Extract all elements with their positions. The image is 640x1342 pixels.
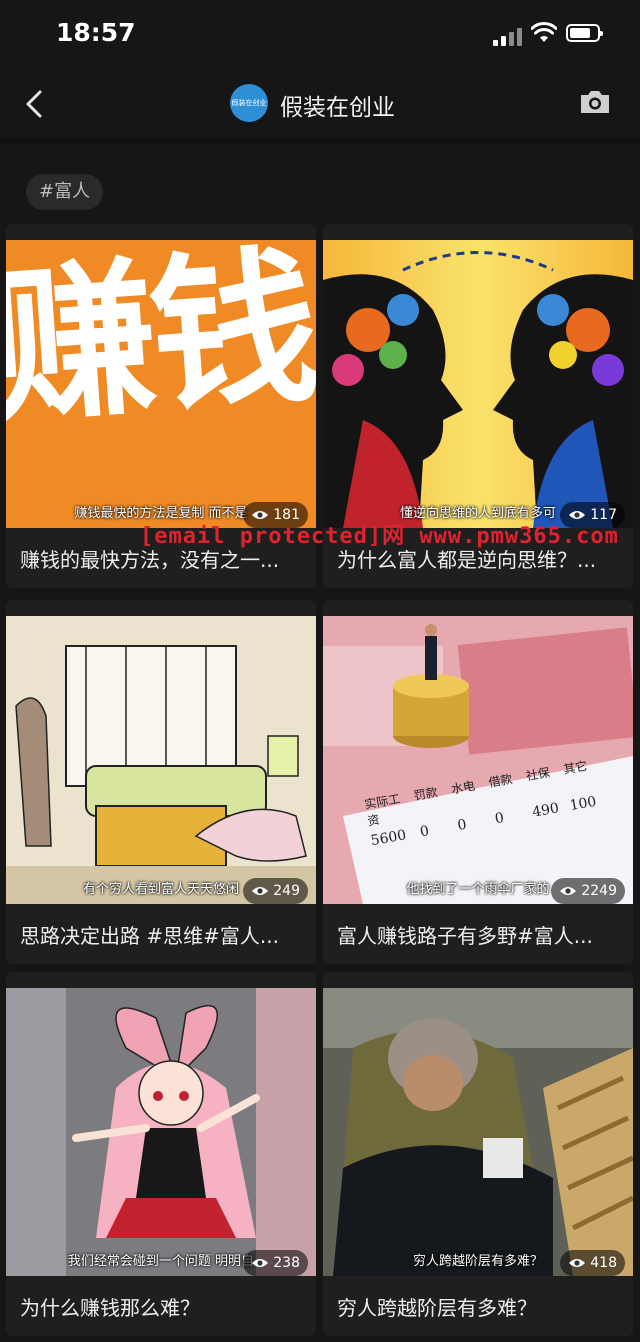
cellular-signal-icon (493, 26, 523, 46)
view-count: 2249 (551, 878, 625, 904)
view-count-value: 418 (590, 1255, 617, 1271)
video-thumbnail: 我们经常会碰到一个问题 明明自 238 (6, 988, 316, 1276)
eye-icon (560, 887, 577, 895)
video-thumbnail: 赚钱 赚钱最快的方法是复制 而不是 181 (6, 240, 316, 528)
back-chevron-icon[interactable] (18, 84, 58, 124)
salary-header-cell: 实际工资 (363, 791, 402, 829)
eye-icon (252, 1259, 269, 1267)
video-title[interactable]: 为什么赚钱那么难？ (20, 1292, 306, 1321)
salary-header-cell: 借款 (487, 771, 514, 790)
salary-header-cell: 社保 (524, 765, 551, 784)
video-title[interactable]: 穷人跨越阶层有多难？ (337, 1292, 623, 1321)
salary-header-cell: 其它 (562, 758, 589, 777)
status-bar: 18:57 (0, 0, 640, 68)
eye-icon (569, 1259, 586, 1267)
two-heads-illustration (323, 251, 633, 528)
video-thumbnail: 实际工资 罚款 水电 借款 社保 其它 5600 0 0 0 490 100 他… (323, 616, 633, 904)
eye-icon (252, 887, 269, 895)
salary-header-cell: 水电 (450, 778, 477, 797)
watermark-overlay: [email protected]网 www.pmw365.com (140, 524, 619, 549)
camera-icon[interactable] (578, 88, 612, 116)
view-count: 249 (243, 878, 308, 904)
video-thumbnail: 穷人跨越阶层有多难？ 418 (323, 988, 633, 1276)
anime-bunny-girl-illustration (6, 988, 316, 1276)
account-avatar[interactable]: 假装在创业 (230, 84, 268, 122)
salary-header-cell: 罚款 (412, 785, 439, 804)
hashtag-chip[interactable]: #富人 (26, 174, 104, 210)
battery-icon (566, 24, 603, 42)
view-count-value: 2249 (581, 883, 617, 899)
header-divider (0, 138, 640, 144)
view-count-value: 249 (273, 883, 300, 899)
video-title[interactable]: 富人赚钱路子有多野#富人... (337, 920, 623, 949)
view-count: 418 (560, 1250, 625, 1276)
elderly-man-bench-photo (323, 988, 633, 1276)
video-card[interactable]: 实际工资 罚款 水电 借款 社保 其它 5600 0 0 0 490 100 他… (323, 600, 633, 964)
video-card[interactable]: 有个穷人看到富人天天悠闲 249 思路决定出路 #思维#富人... (6, 600, 316, 964)
video-thumbnail: 有个穷人看到富人天天悠闲 249 (6, 616, 316, 904)
view-count: 238 (243, 1250, 308, 1276)
status-time: 18:57 (56, 18, 136, 47)
page-title: 假装在创业 (280, 95, 395, 121)
cartoon-living-room-illustration (6, 616, 316, 904)
video-title[interactable]: 思路决定出路 #思维#富人... (20, 920, 306, 949)
view-count-value: 238 (273, 1255, 300, 1271)
thumbnail-big-text: 赚钱 (6, 240, 316, 448)
video-thumbnail: 懂逆向思维的人到底有多可 117 (323, 240, 633, 528)
wifi-icon (531, 22, 557, 42)
video-card[interactable]: 我们经常会碰到一个问题 明明自 238 为什么赚钱那么难？ (6, 972, 316, 1336)
video-card[interactable]: 穷人跨越阶层有多难？ 418 穷人跨越阶层有多难？ (323, 972, 633, 1336)
